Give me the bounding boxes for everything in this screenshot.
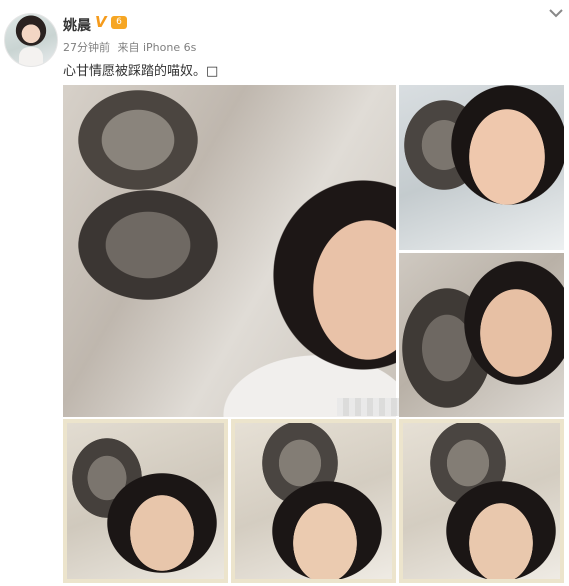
username[interactable]: 姚晨 — [63, 15, 91, 35]
vip-level-icon: 6 — [111, 16, 127, 29]
post-time[interactable]: 27分钟前 — [63, 41, 110, 54]
photo-right-top[interactable] — [399, 85, 564, 250]
chevron-down-icon[interactable] — [548, 6, 564, 20]
photo-bottom-2[interactable] — [231, 419, 396, 583]
photo-bottom-1[interactable] — [63, 419, 228, 583]
verified-v-icon: V — [95, 13, 107, 31]
post-text: 心甘情愿被踩踏的喵奴。□ — [63, 64, 219, 79]
photo-main[interactable] — [63, 85, 396, 417]
watermark-mosaic — [337, 398, 399, 416]
post-meta: 27分钟前 来自 iPhone 6s — [63, 39, 200, 55]
photo-bottom-3[interactable] — [399, 419, 564, 583]
avatar[interactable] — [4, 13, 58, 67]
photo-right-bottom[interactable] — [399, 253, 564, 417]
post-source: 来自 iPhone 6s — [117, 41, 197, 54]
avatar-figure — [19, 47, 43, 66]
